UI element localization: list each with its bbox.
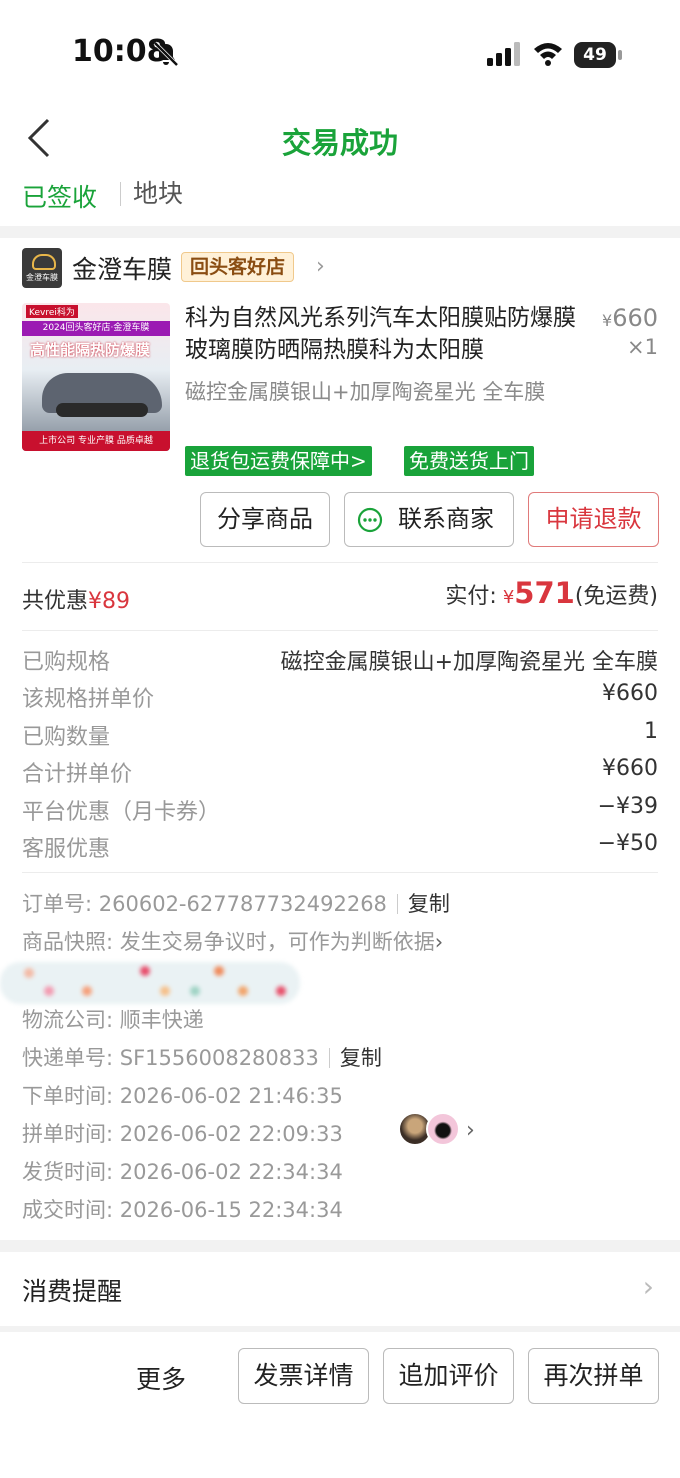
divider (22, 630, 658, 631)
detail-row: 已购规格 磁控金属膜银山+加厚陶瓷星光 全车膜 (22, 650, 658, 675)
chat-icon (357, 507, 383, 533)
tracking-row: 快递单号: SF1556008280833 复制 (22, 1046, 382, 1070)
consumption-reminder-label: 消费提醒 (22, 1277, 123, 1306)
shop-badge: 回头客好店 (181, 252, 295, 282)
chevron-right-icon: › (642, 1270, 654, 1303)
ship-time-row: 发货时间: 2026-06-02 22:34:34 (22, 1160, 343, 1184)
avatar[interactable] (426, 1112, 460, 1146)
contact-merchant-button[interactable]: 联系商家 (344, 492, 514, 547)
consumption-reminder-row[interactable]: 消费提醒 › (0, 1252, 680, 1326)
bottom-action-bar: 更多 发票详情 追加评价 再次拼单 (0, 1332, 680, 1478)
section-gap (0, 226, 680, 238)
logistics-row: 物流公司: 顺丰快递 (22, 1008, 204, 1032)
copy-tracking-button[interactable]: 复制 (340, 1046, 382, 1070)
more-button[interactable]: 更多 (136, 1360, 186, 1396)
product-spec: 磁控金属膜银山+加厚陶瓷星光 全车膜 (185, 380, 546, 404)
divider (120, 182, 121, 206)
chevron-right-icon[interactable]: › (466, 1118, 475, 1143)
add-review-button[interactable]: 追加评价 (383, 1348, 514, 1404)
group-time-row: 拼单时间: 2026-06-02 22:09:33 (22, 1122, 343, 1146)
wifi-icon (534, 43, 562, 66)
detail-row: 已购数量 1 (22, 719, 658, 750)
status-bar: 10:08 49 (0, 0, 680, 100)
request-refund-button[interactable]: 申请退款 (528, 492, 659, 547)
order-card: 金澄车膜 金澄车膜 回头客好店 › Kevrei科为 2024回头客好店·金澄车… (0, 238, 680, 1240)
rebuy-button[interactable]: 再次拼单 (528, 1348, 659, 1404)
product-thumbnail[interactable]: Kevrei科为 2024回头客好店·金澄车膜 高性能隔热防爆膜 上市公司 专业… (22, 303, 170, 451)
delivery-status: 已签收 (22, 183, 98, 212)
redacted-address (0, 962, 300, 1004)
share-product-button[interactable]: 分享商品 (200, 492, 330, 547)
order-time-row: 下单时间: 2026-06-02 21:46:35 (22, 1084, 343, 1108)
section-gap (0, 1240, 680, 1252)
chevron-right-icon: › (434, 930, 444, 954)
order-number-row: 订单号: 260602-627787732492268 复制 (22, 892, 450, 916)
product-quantity: ×1 (627, 335, 658, 359)
copy-order-number-button[interactable]: 复制 (408, 892, 450, 916)
chevron-right-icon[interactable]: › (316, 254, 325, 279)
battery-icon: 49 (574, 42, 622, 68)
page-title: 交易成功 (281, 126, 398, 160)
delivery-address: 地块 (133, 179, 184, 208)
paid-amount: 实付: ¥571(免运费) (445, 576, 658, 610)
nav-bar: 交易成功 (0, 100, 680, 176)
detail-row: 合计拼单价 ¥660 (22, 756, 658, 787)
detail-row: 平台优惠（月卡券） −¥39 (22, 794, 658, 825)
deal-time-row: 成交时间: 2026-06-15 22:34:34 (22, 1198, 343, 1222)
product-title[interactable]: 科为自然风光系列汽车太阳膜贴防爆膜玻璃膜防晒隔热膜科为太阳膜 (185, 302, 580, 366)
detail-row: 客服优惠 −¥50 (22, 831, 658, 862)
invoice-details-button[interactable]: 发票详情 (238, 1348, 369, 1404)
snapshot-row[interactable]: 商品快照: 发生交易争议时，可作为判断依据› (22, 926, 443, 956)
divider (22, 562, 658, 563)
signal-icon (487, 42, 520, 66)
battery-level: 49 (574, 42, 616, 68)
free-delivery-tag: 免费送货上门 (404, 446, 534, 476)
shop-name[interactable]: 金澄车膜 (72, 250, 172, 286)
divider (22, 872, 658, 873)
bell-muted-icon (153, 41, 179, 67)
return-shipping-tag[interactable]: 退货包运费保障中> (185, 446, 372, 476)
total-discount: 共优惠¥89 (22, 589, 131, 614)
detail-row: 该规格拼单价 ¥660 (22, 681, 658, 712)
delivery-status-strip[interactable]: 已签收 地块 (0, 176, 680, 226)
contact-merchant-label: 联系商家 (398, 505, 494, 533)
shop-logo[interactable]: 金澄车膜 (22, 248, 62, 288)
product-price: ¥660 (602, 304, 658, 332)
